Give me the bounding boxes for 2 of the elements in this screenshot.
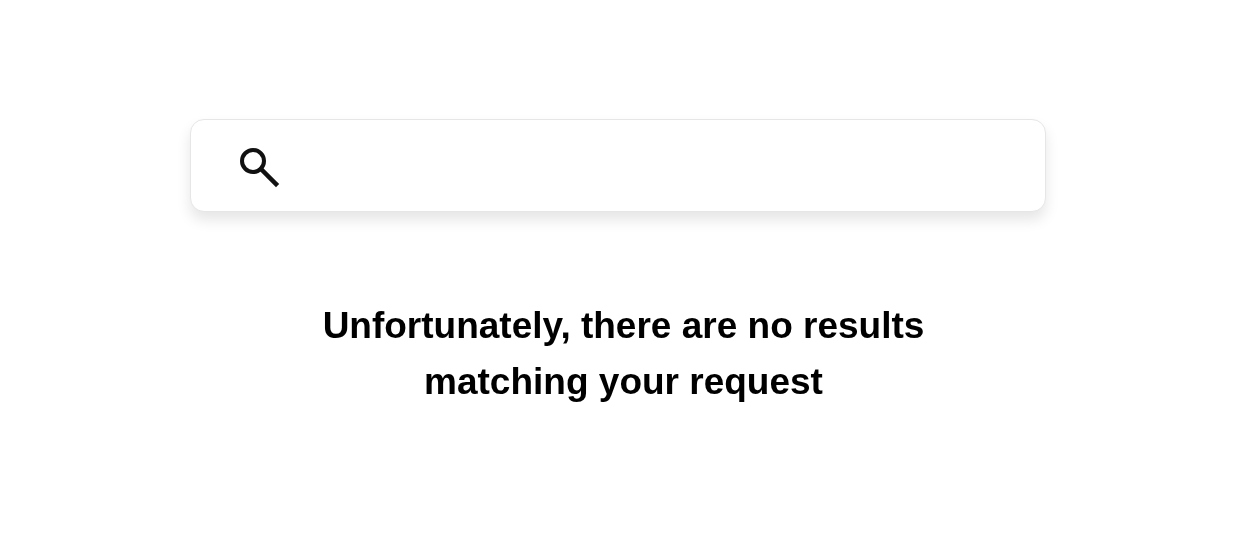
search-field[interactable] [190,119,1046,212]
no-results-message: Unfortunately, there are no results matching your request [321,304,926,404]
